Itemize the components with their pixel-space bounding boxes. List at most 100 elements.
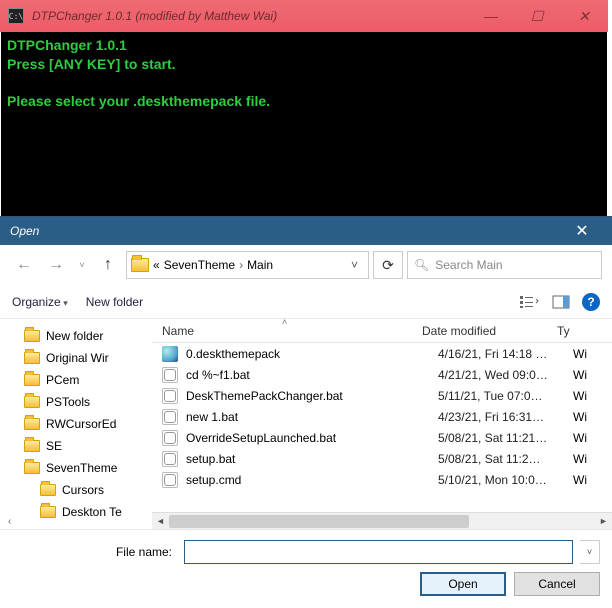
path-prefix: « (153, 258, 160, 272)
chevron-right-icon[interactable]: › (239, 258, 243, 272)
preview-pane-button[interactable] (550, 293, 572, 311)
file-date: 5/08/21, Sat 11:21… (438, 431, 573, 445)
column-name[interactable]: Name (162, 324, 422, 338)
dialog-titlebar[interactable]: Open ✕ (0, 217, 612, 245)
file-icon (162, 346, 178, 362)
file-type: Wi (573, 431, 603, 445)
folder-icon (40, 484, 56, 496)
file-icon (162, 388, 178, 404)
folder-icon (24, 396, 40, 408)
file-name: cd %~f1.bat (186, 368, 438, 382)
file-row[interactable]: 0.deskthemepack4/16/21, Fri 14:18 …Wi (152, 343, 612, 364)
console-window: C:\ DTPChanger 1.0.1 (modified by Matthe… (0, 0, 608, 216)
file-row[interactable]: setup.cmd5/10/21, Mon 10:0…Wi (152, 469, 612, 490)
dialog-buttons: Open Cancel (0, 572, 612, 608)
folder-icon (24, 418, 40, 430)
view-options-button[interactable] (518, 293, 540, 311)
scroll-left-button[interactable]: ◄ (152, 513, 169, 530)
back-button[interactable]: ← (10, 251, 38, 279)
filename-dropdown[interactable]: ˅ (580, 540, 600, 564)
file-row[interactable]: DeskThemePackChanger.bat5/11/21, Tue 07:… (152, 385, 612, 406)
search-placeholder: Search Main (435, 258, 502, 272)
tree-item[interactable]: PSTools (6, 391, 152, 413)
nav-row: ← → ˅ ↑ « SevenTheme › Main ˅ ⟳ 🔍︎ Searc… (0, 245, 612, 285)
file-type: Wi (573, 410, 603, 424)
tree-item-label: Original Wir (46, 351, 109, 365)
folder-icon (24, 352, 40, 364)
file-list[interactable]: 0.deskthemepack4/16/21, Fri 14:18 …Wicd … (152, 343, 612, 512)
tree-item-label: Cursors (62, 483, 104, 497)
file-name: OverrideSetupLaunched.bat (186, 431, 438, 445)
tree-item-label: SevenTheme (46, 461, 117, 475)
scroll-right-button[interactable]: ► (595, 513, 612, 530)
address-bar[interactable]: « SevenTheme › Main ˅ (126, 251, 369, 279)
tree-item-label: New folder (46, 329, 103, 343)
dialog-close-button[interactable]: ✕ (562, 221, 602, 241)
recent-dropdown[interactable]: ˅ (74, 251, 90, 279)
tree-item-label: SE (46, 439, 62, 453)
tree-item-label: PSTools (46, 395, 90, 409)
open-button[interactable]: Open (420, 572, 506, 596)
horizontal-scrollbar[interactable]: ◄ ► (152, 512, 612, 529)
file-row[interactable]: setup.bat5/08/21, Sat 11:2…Wi (152, 448, 612, 469)
filename-row: File name: ˅ (0, 530, 612, 572)
file-icon (162, 472, 178, 488)
tree-item-label: RWCursorEd (46, 417, 116, 431)
search-input[interactable]: 🔍︎ Search Main (407, 251, 602, 279)
new-folder-button[interactable]: New folder (86, 295, 143, 309)
tree-item-label: Deskton Te (62, 505, 122, 519)
folder-icon (24, 440, 40, 452)
file-type: Wi (573, 452, 603, 466)
scroll-thumb[interactable] (169, 515, 469, 528)
file-icon (162, 430, 178, 446)
organize-menu[interactable]: Organize (12, 295, 68, 309)
column-type[interactable]: Ty (557, 324, 587, 338)
path-segment-2[interactable]: Main (247, 258, 273, 272)
file-type: Wi (573, 389, 603, 403)
file-date: 5/08/21, Sat 11:2… (438, 452, 573, 466)
folder-icon (131, 258, 149, 272)
tree-item[interactable]: New folder (6, 325, 152, 347)
up-button[interactable]: ↑ (94, 251, 122, 279)
file-row[interactable]: OverrideSetupLaunched.bat5/08/21, Sat 11… (152, 427, 612, 448)
file-icon (162, 451, 178, 467)
console-titlebar[interactable]: C:\ DTPChanger 1.0.1 (modified by Matthe… (0, 0, 608, 32)
tree-item[interactable]: RWCursorEd (6, 413, 152, 435)
address-dropdown[interactable]: ˅ (345, 258, 364, 272)
filename-input[interactable] (184, 540, 573, 564)
forward-button[interactable]: → (42, 251, 70, 279)
column-date[interactable]: Date modified (422, 324, 557, 338)
path-segment-1[interactable]: SevenTheme (164, 258, 235, 272)
tree-item[interactable]: Deskton Te (6, 501, 152, 523)
open-dialog: Open ✕ ← → ˅ ↑ « SevenTheme › Main ˅ ⟳ 🔍… (0, 216, 612, 608)
cancel-button[interactable]: Cancel (514, 572, 600, 596)
file-name: DeskThemePackChanger.bat (186, 389, 438, 403)
file-date: 4/21/21, Wed 09:0… (438, 368, 573, 382)
file-type: Wi (573, 473, 603, 487)
tree-item[interactable]: SE (6, 435, 152, 457)
close-button[interactable]: ✕ (560, 0, 608, 32)
filename-label: File name: (12, 545, 176, 559)
toolbar: Organize New folder ? (0, 285, 612, 319)
dialog-title: Open (10, 224, 562, 238)
file-row[interactable]: new 1.bat4/23/21, Fri 16:31…Wi (152, 406, 612, 427)
file-type: Wi (573, 347, 603, 361)
file-type: Wi (573, 368, 603, 382)
refresh-button[interactable]: ⟳ (373, 251, 403, 279)
tree-item[interactable]: Original Wir (6, 347, 152, 369)
minimize-button[interactable]: — (468, 0, 514, 32)
tree-item[interactable]: SevenTheme (6, 457, 152, 479)
folder-icon (24, 330, 40, 342)
tree-scroll-left[interactable]: ‹ (8, 516, 11, 527)
file-row[interactable]: cd %~f1.bat4/21/21, Wed 09:0…Wi (152, 364, 612, 385)
content-area: New folder Original Wir PCem PSTools RWCurso… (0, 319, 612, 530)
search-icon: 🔍︎ (414, 258, 429, 272)
tree-item[interactable]: PCem (6, 369, 152, 391)
column-headers[interactable]: ˄ Name Date modified Ty (152, 319, 612, 343)
tree-item[interactable]: Cursors (6, 479, 152, 501)
maximize-button[interactable]: ☐ (514, 0, 560, 32)
help-button[interactable]: ? (582, 293, 600, 311)
folder-tree[interactable]: New folder Original Wir PCem PSTools RWCurso… (0, 319, 152, 529)
console-icon: C:\ (8, 8, 24, 24)
file-name: setup.cmd (186, 473, 438, 487)
